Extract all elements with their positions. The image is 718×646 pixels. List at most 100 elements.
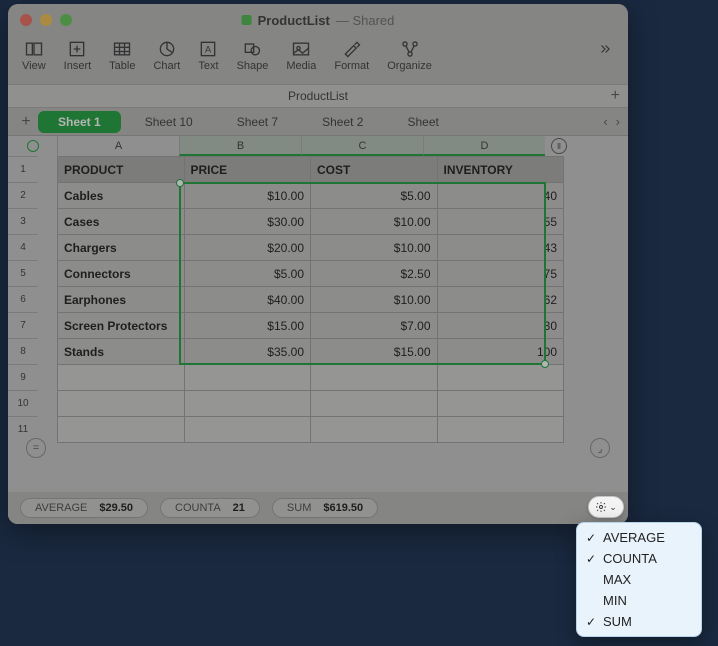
- sheet-tab-10[interactable]: Sheet 10: [125, 111, 213, 133]
- sheet-tab-1[interactable]: Sheet 1: [38, 111, 121, 133]
- row-header[interactable]: 3: [8, 208, 38, 234]
- row-header[interactable]: 4: [8, 234, 38, 260]
- row-header[interactable]: 11: [8, 416, 38, 442]
- document-tab[interactable]: ProductList: [288, 89, 348, 103]
- column-add-handle[interactable]: ll: [545, 136, 573, 156]
- tool-chart[interactable]: Chart: [153, 40, 180, 72]
- cell-inventory[interactable]: 100: [437, 339, 564, 365]
- status-counta[interactable]: COUNTA 21: [160, 498, 260, 518]
- cell-cost[interactable]: $2.50: [311, 261, 438, 287]
- cell-product[interactable]: Earphones: [58, 287, 185, 313]
- cell-price[interactable]: $30.00: [184, 209, 311, 235]
- cell-product[interactable]: Connectors: [58, 261, 185, 287]
- minimize-icon[interactable]: [40, 14, 52, 26]
- tool-format[interactable]: Format: [334, 40, 369, 72]
- cell-product[interactable]: Stands: [58, 339, 185, 365]
- popover-item-sum[interactable]: ✓SUM: [577, 611, 701, 632]
- cell-price[interactable]: $10.00: [184, 183, 311, 209]
- data-table[interactable]: PRODUCT PRICE COST INVENTORY Cables$10.0…: [57, 156, 564, 443]
- tool-insert[interactable]: Insert: [64, 40, 92, 72]
- cell-product[interactable]: Screen Protectors: [58, 313, 185, 339]
- cell-inventory[interactable]: 40: [437, 183, 564, 209]
- cell-price[interactable]: $40.00: [184, 287, 311, 313]
- row-header[interactable]: 2: [8, 182, 38, 208]
- sheet-prev-icon[interactable]: ‹: [603, 114, 607, 129]
- cell[interactable]: [311, 391, 438, 417]
- cell[interactable]: [184, 417, 311, 443]
- column-header-b[interactable]: B: [179, 136, 301, 156]
- cell-product[interactable]: Chargers: [58, 235, 185, 261]
- cell-product[interactable]: Cases: [58, 209, 185, 235]
- view-icon: [24, 40, 44, 58]
- zoom-icon[interactable]: [60, 14, 72, 26]
- tool-label: Insert: [64, 60, 92, 72]
- popover-item-max[interactable]: MAX: [577, 569, 701, 590]
- add-sheet-button[interactable]: +: [16, 113, 36, 131]
- cell[interactable]: [311, 417, 438, 443]
- row-header[interactable]: 8: [8, 338, 38, 364]
- cell-cost[interactable]: $10.00: [311, 235, 438, 261]
- cell[interactable]: [184, 391, 311, 417]
- popover-item-min[interactable]: MIN: [577, 590, 701, 611]
- tool-shape[interactable]: Shape: [237, 40, 269, 72]
- status-sum[interactable]: SUM $619.50: [272, 498, 378, 518]
- cell-cost[interactable]: $7.00: [311, 313, 438, 339]
- header-cost[interactable]: COST: [311, 157, 438, 183]
- tool-organize[interactable]: Organize: [387, 40, 432, 72]
- select-all-corner[interactable]: [8, 136, 57, 156]
- cell-cost[interactable]: $10.00: [311, 287, 438, 313]
- cell[interactable]: [58, 417, 185, 443]
- cell[interactable]: [58, 365, 185, 391]
- row-header[interactable]: 7: [8, 312, 38, 338]
- cell-price[interactable]: $15.00: [184, 313, 311, 339]
- column-header-c[interactable]: C: [301, 136, 423, 156]
- close-icon[interactable]: [20, 14, 32, 26]
- tool-media[interactable]: Media: [286, 40, 316, 72]
- add-document-tab[interactable]: +: [611, 87, 620, 105]
- cell-inventory[interactable]: 30: [437, 313, 564, 339]
- toolbar-overflow[interactable]: [596, 40, 614, 58]
- sheet-tab-2[interactable]: Sheet 2: [302, 111, 383, 133]
- row-header[interactable]: 5: [8, 260, 38, 286]
- cell[interactable]: [437, 365, 564, 391]
- status-settings-button[interactable]: ⌄: [588, 496, 624, 518]
- status-average[interactable]: AVERAGE $29.50: [20, 498, 148, 518]
- document-tabbar: ProductList +: [8, 84, 628, 108]
- row-header[interactable]: 1: [8, 156, 38, 182]
- header-inventory[interactable]: INVENTORY: [437, 157, 564, 183]
- cell-price[interactable]: $35.00: [184, 339, 311, 365]
- header-price[interactable]: PRICE: [184, 157, 311, 183]
- cell-inventory[interactable]: 43: [437, 235, 564, 261]
- column-header-a[interactable]: A: [57, 136, 179, 156]
- shape-icon: [242, 40, 262, 58]
- gear-icon: [595, 501, 607, 513]
- cell[interactable]: [311, 365, 438, 391]
- cell-cost[interactable]: $10.00: [311, 209, 438, 235]
- tool-table[interactable]: Table: [109, 40, 135, 72]
- popover-item-counta[interactable]: ✓COUNTA: [577, 548, 701, 569]
- tool-text[interactable]: A Text: [198, 40, 218, 72]
- popover-item-average[interactable]: ✓AVERAGE: [577, 527, 701, 548]
- row-header[interactable]: 10: [8, 390, 38, 416]
- check-icon: ✓: [585, 552, 597, 566]
- header-product[interactable]: PRODUCT: [58, 157, 185, 183]
- cell[interactable]: [437, 417, 564, 443]
- cell-price[interactable]: $5.00: [184, 261, 311, 287]
- cell-inventory[interactable]: 62: [437, 287, 564, 313]
- cell[interactable]: [437, 391, 564, 417]
- cell-inventory[interactable]: 55: [437, 209, 564, 235]
- row-header[interactable]: 6: [8, 286, 38, 312]
- sheet-tab-extra[interactable]: Sheet: [387, 111, 458, 133]
- cell[interactable]: [58, 391, 185, 417]
- sheet-next-icon[interactable]: ›: [616, 114, 620, 129]
- tool-view[interactable]: View: [22, 40, 46, 72]
- sheet-tab-7[interactable]: Sheet 7: [217, 111, 298, 133]
- cell-price[interactable]: $20.00: [184, 235, 311, 261]
- cell-cost[interactable]: $15.00: [311, 339, 438, 365]
- cell-cost[interactable]: $5.00: [311, 183, 438, 209]
- column-header-d[interactable]: D: [423, 136, 545, 156]
- cell-product[interactable]: Cables: [58, 183, 185, 209]
- cell-inventory[interactable]: 75: [437, 261, 564, 287]
- cell[interactable]: [184, 365, 311, 391]
- row-header[interactable]: 9: [8, 364, 38, 390]
